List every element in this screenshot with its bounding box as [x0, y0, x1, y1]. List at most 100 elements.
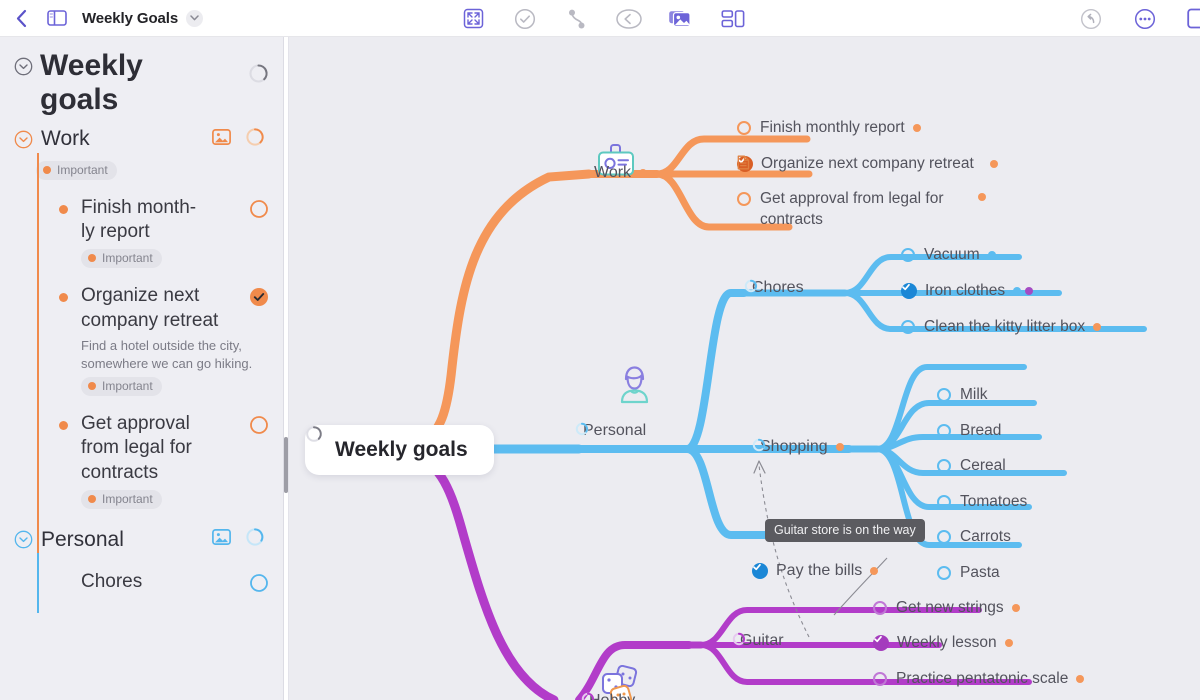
branch-node-shopping[interactable]: Shopping	[752, 438, 844, 456]
task-label: Iron clothes	[925, 282, 1006, 299]
collapse-toggle-icon[interactable]	[14, 57, 33, 76]
branch-dot-work	[639, 169, 648, 177]
back-chevron-icon[interactable]	[8, 5, 34, 31]
mindmap-canvas[interactable]: Weekly goals Work Finish monthly report	[289, 37, 1200, 700]
task-checkbox[interactable]	[937, 459, 951, 473]
collapse-toggle-personal-icon[interactable]	[14, 530, 33, 549]
sidebar-group-work[interactable]: Work Important Finish month- ly report I…	[14, 127, 269, 608]
undo-icon[interactable]	[1078, 6, 1104, 32]
task-checkbox[interactable]	[249, 573, 269, 598]
task-dot	[1025, 287, 1034, 295]
task-checkbox[interactable]	[937, 530, 951, 544]
task-node-kitty-litter[interactable]: Clean the kitty litter box	[901, 318, 1102, 336]
task-text: Get approval from legal for contracts	[81, 413, 192, 483]
collapse-toggle-work-icon[interactable]	[14, 130, 33, 149]
sidebar-group-icons-work	[212, 127, 269, 152]
tag-label: Important	[102, 492, 153, 507]
work-progress-ring	[245, 127, 265, 152]
annotation-tooltip[interactable]: Guitar store is on the way	[765, 519, 925, 542]
outline-sidebar[interactable]: Weekly goals Work Important Finish month…	[0, 37, 283, 700]
tag-important[interactable]: Important	[81, 249, 162, 269]
task-text: Chores	[81, 571, 143, 593]
task-node-practice-pentatonic[interactable]: Practice pentatonic scale	[873, 670, 1085, 688]
right-panel-icon[interactable]	[1186, 6, 1200, 32]
sidebar-root-item[interactable]: Weekly goals	[14, 49, 269, 117]
task-node-carrots[interactable]: Carrots	[937, 528, 1011, 546]
task-checkbox[interactable]	[249, 415, 269, 440]
tag-dot	[88, 254, 96, 263]
more-options-icon[interactable]	[1132, 6, 1158, 32]
task-node-iron-clothes[interactable]: Iron clothes	[901, 282, 1034, 300]
branch-dot-shopping	[835, 443, 844, 451]
task-checkbox[interactable]	[737, 121, 751, 135]
layout-icon[interactable]	[720, 6, 746, 32]
sidebar-group-personal[interactable]: Personal Chores	[14, 527, 269, 614]
sidebar-task-chores[interactable]: Chores	[59, 570, 269, 598]
task-checkbox[interactable]	[901, 248, 915, 262]
task-check-icon[interactable]	[512, 6, 538, 32]
task-node-finish-monthly-report[interactable]: Finish monthly report	[737, 119, 921, 137]
branch-node-work[interactable]: Work	[594, 164, 648, 182]
task-label: Tomatoes	[960, 493, 1028, 510]
task-node-pay-the-bills[interactable]: Pay the bills	[752, 562, 879, 580]
task-node-vacuum[interactable]: Vacuum	[901, 246, 996, 264]
sidebar-children-personal: Chores	[14, 552, 269, 598]
task-label: Organize next company retreat	[761, 155, 974, 172]
sidebar-group-header-personal[interactable]: Personal	[14, 527, 269, 552]
task-bullet	[59, 293, 68, 303]
task-node-weekly-lesson[interactable]: Weekly lesson	[873, 634, 1013, 652]
task-node-organize-retreat[interactable]: Organize next company retreat	[737, 155, 998, 173]
tag-important[interactable]: Important	[81, 377, 162, 397]
task-checkbox[interactable]	[752, 563, 768, 579]
branch-node-personal[interactable]: Personal	[575, 422, 646, 440]
sidebar-task-get-approval[interactable]: Get approval from legal for contracts Impo…	[59, 412, 269, 510]
branch-node-guitar[interactable]: Guitar	[732, 632, 784, 650]
sidebar-panel-icon[interactable]	[44, 5, 70, 31]
task-node-get-new-strings[interactable]: Get new strings	[873, 599, 1020, 617]
tag-dot	[88, 495, 96, 504]
image-icon[interactable]	[668, 6, 694, 32]
task-node-cereal[interactable]: Cereal	[937, 457, 1006, 475]
root-node[interactable]: Weekly goals	[305, 425, 494, 475]
task-node-bread[interactable]: Bread	[937, 422, 1001, 440]
sidebar-task-finish-monthly-report[interactable]: Finish month-ly report Important	[59, 196, 269, 269]
task-node-milk[interactable]: Milk	[937, 386, 988, 404]
task-checkbox[interactable]	[873, 635, 889, 651]
task-label: Pasta	[960, 564, 1000, 581]
task-label: Get new strings	[896, 599, 1004, 616]
task-label: Cereal	[960, 457, 1006, 474]
task-text: Finish month-ly report	[81, 196, 197, 243]
branch-node-hobby[interactable]: Hobby	[581, 692, 635, 700]
task-node-pasta[interactable]: Pasta	[937, 564, 1000, 582]
tag-label: Important	[102, 379, 153, 394]
chevron-down-icon[interactable]	[186, 9, 204, 27]
task-label: Get approval from legal for contracts	[760, 190, 944, 228]
task-checkbox[interactable]	[737, 192, 751, 206]
sidebar-group-header-work[interactable]: Work	[14, 127, 269, 152]
sidebar-root-title: Weekly goals	[40, 49, 143, 116]
task-node-tomatoes[interactable]: Tomatoes	[937, 493, 1027, 511]
task-checkbox[interactable]	[937, 424, 951, 438]
task-checkbox[interactable]	[873, 601, 887, 615]
image-attachment-icon[interactable]	[212, 128, 231, 150]
sidebar-task-organize-retreat[interactable]: Organize next company retreat Find a hote…	[59, 284, 269, 397]
tag-important[interactable]: Important	[81, 490, 162, 510]
task-checkbox[interactable]	[901, 283, 917, 299]
task-checkbox[interactable]	[937, 495, 951, 509]
branch-node-chores[interactable]: Chores	[744, 279, 804, 297]
task-checkbox[interactable]	[249, 199, 269, 224]
task-checkbox[interactable]	[937, 566, 951, 580]
sidebar-scrollbar[interactable]	[284, 437, 288, 493]
relationship-link-icon[interactable]	[564, 6, 590, 32]
task-checkbox[interactable]	[249, 287, 269, 312]
tag-important[interactable]: Important	[36, 160, 117, 180]
fit-to-screen-icon[interactable]	[460, 6, 486, 32]
boundary-icon[interactable]	[616, 6, 642, 32]
task-checkbox[interactable]	[937, 388, 951, 402]
task-checkbox[interactable]	[873, 672, 887, 686]
image-attachment-icon[interactable]	[212, 529, 231, 550]
task-checkbox[interactable]	[901, 320, 915, 334]
task-node-get-approval[interactable]: Get approval from legal for contracts	[737, 189, 986, 231]
task-label: Pay the bills	[776, 562, 863, 579]
task-label: Milk	[960, 386, 988, 403]
